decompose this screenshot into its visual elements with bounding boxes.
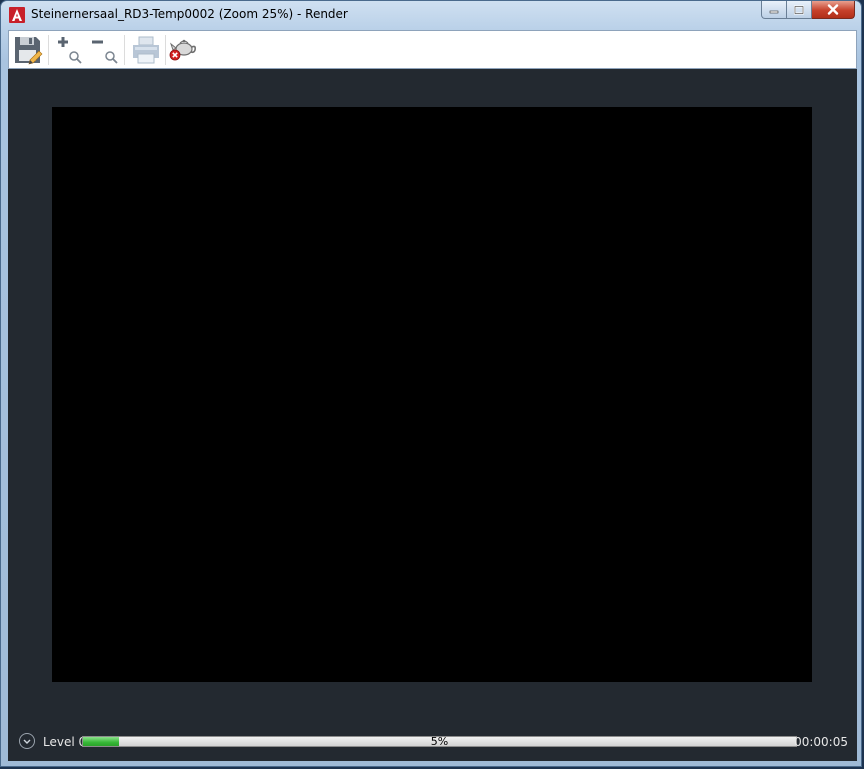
close-icon xyxy=(827,4,839,15)
status-bar: Level 0 5% 00:00:05 xyxy=(8,729,857,755)
render-window: Steinernersaal_RD3-Temp0002 (Zoom 25%) -… xyxy=(0,0,862,767)
save-icon xyxy=(15,37,43,65)
render-progress-bar: 5% xyxy=(82,735,797,748)
minimize-button[interactable] xyxy=(761,1,787,19)
title-bar[interactable]: Steinernersaal_RD3-Temp0002 (Zoom 25%) -… xyxy=(1,1,861,29)
toolbar-separator xyxy=(124,35,125,65)
cancel-render-teapot-icon xyxy=(169,39,196,61)
window-controls xyxy=(761,1,855,21)
zoom-out-icon xyxy=(92,40,118,64)
minimize-icon xyxy=(769,10,779,13)
print-button[interactable] xyxy=(130,34,162,66)
save-button[interactable] xyxy=(12,34,44,66)
zoom-in-button[interactable] xyxy=(53,34,85,66)
maximize-icon xyxy=(794,5,804,14)
render-toolbar xyxy=(8,30,857,69)
toolbar-separator xyxy=(48,35,49,65)
autocad-logo-icon xyxy=(9,7,25,23)
cancel-render-button[interactable] xyxy=(167,34,199,66)
toolbar-separator xyxy=(165,35,166,65)
elapsed-time: 00:00:05 xyxy=(794,735,848,749)
maximize-button[interactable] xyxy=(787,1,812,19)
render-canvas[interactable] xyxy=(52,107,812,682)
render-area: Level 0 5% 00:00:05 xyxy=(8,69,857,761)
expand-details-button[interactable] xyxy=(19,733,35,749)
chevron-down-icon xyxy=(23,739,31,744)
close-button[interactable] xyxy=(812,1,855,19)
render-level-label: Level 0 xyxy=(43,735,87,749)
zoom-out-button[interactable] xyxy=(89,34,121,66)
print-icon xyxy=(133,36,159,64)
progress-percent: 5% xyxy=(430,735,449,748)
zoom-in-icon xyxy=(58,37,82,64)
window-title: Steinernersaal_RD3-Temp0002 (Zoom 25%) -… xyxy=(31,7,348,21)
